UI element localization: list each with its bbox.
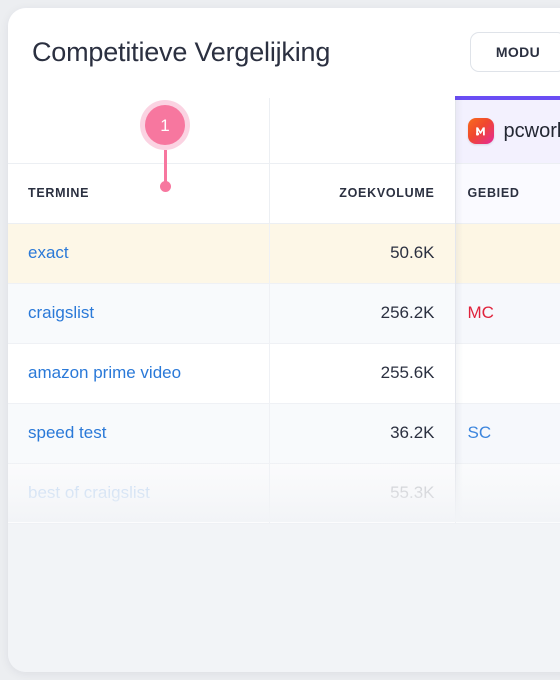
table-row[interactable]: amazon prime video 255.6K <box>8 343 560 404</box>
cell-area <box>455 343 560 404</box>
column-header-termine[interactable]: TERMINE <box>8 162 270 224</box>
cell-term[interactable]: exact <box>8 223 270 284</box>
cell-term[interactable]: amazon prime video <box>8 343 270 404</box>
cell-volume: 36.2K <box>269 403 456 464</box>
cell-term[interactable]: speed test <box>8 403 270 464</box>
pcworld-m-logo-icon <box>467 118 494 145</box>
cell-volume: 55.3K <box>269 463 456 524</box>
brand-empty-cell-volume <box>269 98 456 163</box>
column-header-gebied[interactable]: GEBIED <box>455 162 560 224</box>
table-row[interactable]: exact 50.6K <box>8 223 560 284</box>
comparison-card: Competitieve Vergelijking MODU pcworl TE… <box>8 8 560 672</box>
cell-area: SC <box>455 403 560 464</box>
brand-name: pcworld <box>503 119 560 142</box>
brand-header-row: pcworld <box>8 96 560 163</box>
cell-area: MC <box>455 283 560 344</box>
brand-empty-cell-term <box>8 98 270 163</box>
table-row[interactable]: speed test 36.2K SC <box>8 403 560 464</box>
page-title: Competitieve Vergelijking <box>32 36 331 67</box>
mode-button[interactable]: MODU <box>470 32 560 72</box>
card-header: Competitieve Vergelijking MODU <box>8 8 560 96</box>
table-row[interactable]: best of craigslist 55.3K <box>8 463 560 524</box>
comparison-table: pcworld TERMINE ZOEKVOLUME GEBIED exact … <box>8 96 560 524</box>
comparison-table-wrap: pcworld TERMINE ZOEKVOLUME GEBIED exact … <box>8 96 560 672</box>
header-actions: MODU <box>470 32 560 72</box>
cell-area <box>455 223 560 284</box>
cell-term[interactable]: craigslist <box>8 283 270 344</box>
brand-cell-pcworld[interactable]: pcworld <box>455 96 560 163</box>
table-row[interactable]: craigslist 256.2K MC <box>8 283 560 344</box>
cell-term[interactable]: best of craigslist <box>8 463 270 524</box>
column-header-row: TERMINE ZOEKVOLUME GEBIED <box>8 162 560 224</box>
cell-area <box>455 463 560 524</box>
cell-volume: 255.6K <box>269 343 456 404</box>
cell-volume: 50.6K <box>269 223 456 284</box>
column-header-zoekvolume[interactable]: ZOEKVOLUME <box>269 162 456 224</box>
cell-volume: 256.2K <box>269 283 456 344</box>
